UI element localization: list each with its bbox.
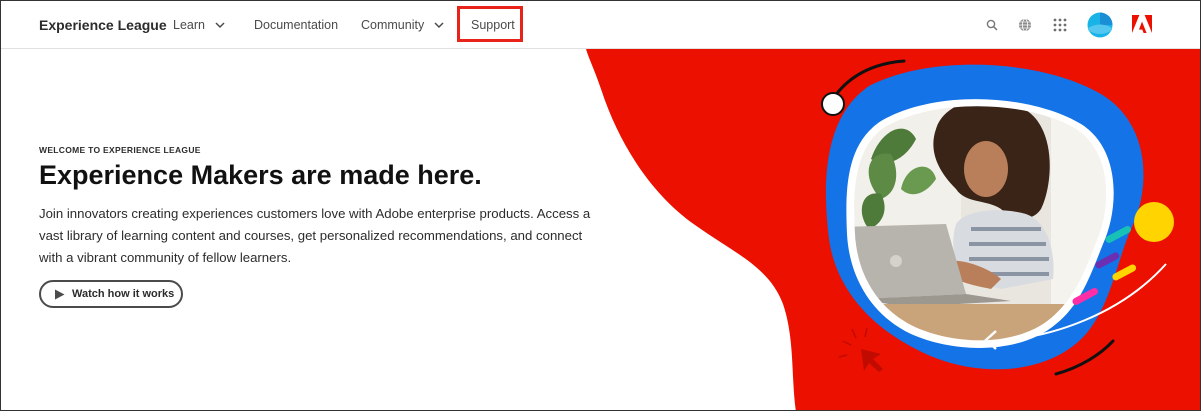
brand-link[interactable]: Experience League <box>39 17 167 33</box>
chevron-down-icon <box>215 22 225 29</box>
nav-support[interactable]: Support <box>471 18 515 32</box>
search-icon[interactable] <box>986 19 998 31</box>
hero-description: Join innovators creating experiences cus… <box>39 206 591 265</box>
top-nav: Experience League Learn Documentation Co… <box>1 1 1200 49</box>
app-grid-icon[interactable] <box>1053 18 1067 32</box>
avatar[interactable] <box>1087 12 1113 38</box>
page: Experience League Learn Documentation Co… <box>0 0 1201 411</box>
nav-documentation-label: Documentation <box>254 18 339 32</box>
chevron-down-icon <box>434 22 444 29</box>
watch-video-button[interactable]: Watch how it works <box>39 280 183 308</box>
globe-icon[interactable] <box>1018 18 1032 32</box>
nav-community[interactable]: Community <box>361 18 444 32</box>
nav-learn[interactable]: Learn <box>173 18 225 32</box>
nav-learn-label: Learn <box>173 18 205 32</box>
nav-documentation[interactable]: Documentation <box>254 18 338 32</box>
play-icon <box>55 289 65 299</box>
nav-support-label: Support <box>471 18 515 32</box>
watch-video-label: Watch how it works <box>72 288 175 300</box>
nav-community-label: Community <box>361 18 425 32</box>
hero-headline: Experience Makers are made here. <box>39 160 482 190</box>
adobe-logo[interactable] <box>1132 15 1152 33</box>
hero-eyebrow: WELCOME TO EXPERIENCE LEAGUE <box>39 145 201 155</box>
hero-section: WELCOME TO EXPERIENCE LEAGUE Experience … <box>1 49 1200 410</box>
